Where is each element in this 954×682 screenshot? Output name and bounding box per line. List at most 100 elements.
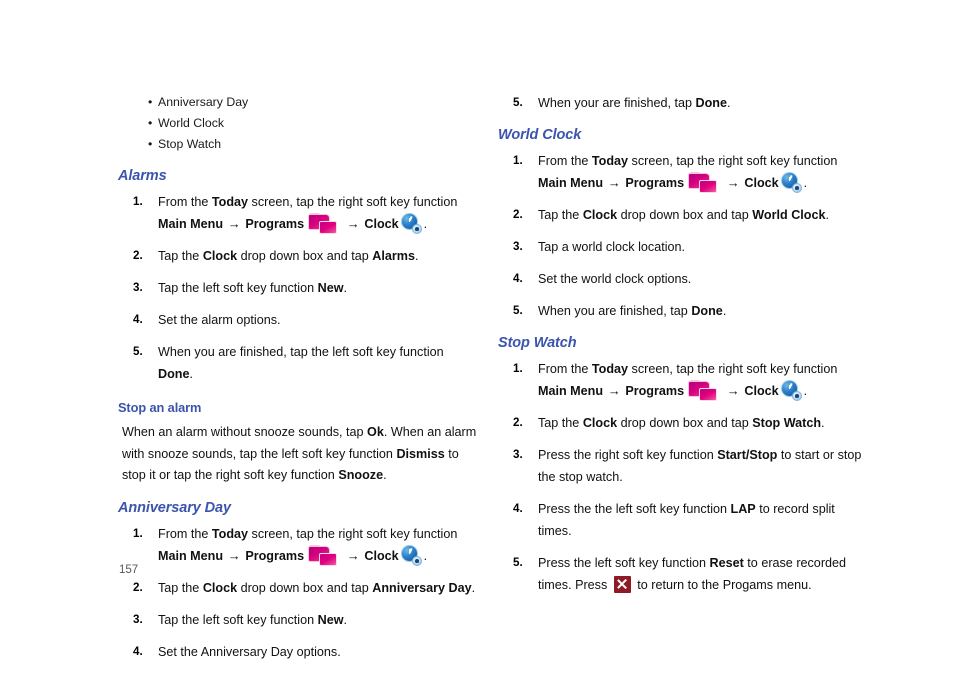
numbered-step: 5. When you are finished, tap the left so… (112, 341, 482, 385)
emphasis-text: Main Menu (538, 176, 604, 190)
body-text: Tap the (538, 416, 583, 430)
steps-stop-watch: 1. From the Today screen, tap the right s… (492, 358, 862, 596)
arrow-icon: → (604, 175, 625, 190)
body-text: . (821, 416, 825, 430)
body-text: . (803, 176, 808, 190)
emphasis-text: Alarms (372, 249, 415, 263)
numbered-step: 1. From the Today screen, tap the right s… (492, 358, 862, 402)
emphasis-text: New (317, 281, 344, 295)
feature-bullet-list: • Anniversary Day • World Clock • Stop Watch (112, 92, 482, 155)
body-text: Tap the left soft key function (158, 612, 318, 627)
steps-continued: 5. When your are finished, tap Done. (492, 92, 862, 114)
body-text: drop down box and tap (617, 416, 753, 430)
steps-world-clock: 1. From the Today screen, tap the right s… (492, 150, 862, 322)
body-text: . (414, 249, 419, 263)
arrow-icon: → (604, 383, 625, 398)
emphasis-text: Done (158, 367, 190, 381)
body-text: When your are finished, tap (538, 96, 696, 110)
emphasis-text: Done (695, 96, 727, 110)
step-number: 1. (133, 195, 143, 208)
body-text: Set the Anniversary Day options. (158, 644, 341, 659)
emphasis-text: Today (591, 362, 629, 376)
step-number: 4. (513, 502, 523, 515)
emphasis-text: Clock (202, 580, 238, 595)
emphasis-text: Today (211, 526, 249, 541)
numbered-step: 1. From the Today screen, tap the right s… (492, 150, 862, 194)
step-number: 1. (513, 154, 523, 167)
arrow-icon: → (723, 383, 744, 398)
body-text: screen, tap the right soft key function (248, 195, 458, 209)
body-text: When you are finished, tap (538, 304, 692, 318)
numbered-step: 2. Tap the Clock drop down box and tap An… (112, 577, 482, 599)
step-number: 5. (513, 96, 523, 109)
emphasis-text: Clock (744, 384, 779, 398)
list-item: • World Clock (112, 113, 482, 134)
heading-world-clock: World Clock (498, 127, 582, 143)
numbered-step: 3. Press the right soft key function Star… (492, 444, 862, 488)
step-number: 4. (133, 313, 143, 326)
numbered-step: 2. Tap the Clock drop down box and tap St… (492, 412, 862, 434)
numbered-step: 5. When your are finished, tap Done. (492, 92, 862, 114)
emphasis-text: Reset (709, 556, 744, 570)
emphasis-text: Stop Watch (752, 416, 822, 430)
bullet-icon: • (148, 137, 153, 151)
body-text: drop down box and tap (237, 249, 373, 263)
body-text: screen, tap the right soft key function (628, 154, 838, 168)
programs-folder-icon (687, 172, 719, 194)
step-number: 2. (133, 249, 143, 262)
body-text: Tap the (158, 249, 203, 263)
numbered-step: 4. Set the world clock options. (492, 268, 862, 290)
arrow-icon: → (343, 216, 364, 231)
body-text: . (383, 468, 387, 482)
arrow-icon: → (723, 175, 744, 190)
list-item-label: Anniversary Day (158, 95, 249, 109)
emphasis-text: Clock (744, 176, 779, 190)
emphasis-text: New (317, 612, 344, 627)
paragraph-stop-an-alarm: When an alarm without snooze sounds, tap… (122, 422, 482, 487)
emphasis-text: Programs (245, 548, 305, 563)
body-text: Press the left soft key function (538, 556, 710, 570)
numbered-step: 3. Tap the left soft key function New. (112, 609, 482, 631)
numbered-step: 5. Press the left soft key function Reset… (492, 552, 862, 596)
step-number: 2. (513, 416, 523, 429)
body-text: From the (538, 154, 592, 168)
body-text: screen, tap the right soft key function (248, 526, 458, 541)
step-number: 3. (513, 448, 523, 461)
body-text: Tap a world clock location. (538, 240, 685, 254)
left-column: • Anniversary Day • World Clock • Stop Watch … (112, 92, 482, 673)
body-text: to return to the Progams menu. (633, 578, 812, 592)
clock-icon (780, 380, 802, 401)
emphasis-text: Clock (202, 249, 238, 263)
body-text: screen, tap the right soft key function (628, 362, 838, 376)
numbered-step: 5. When you are finished, tap Done. (492, 300, 862, 322)
emphasis-text: Today (591, 154, 629, 168)
emphasis-text: Programs (625, 176, 685, 190)
emphasis-text: Start/Stop (717, 448, 778, 462)
emphasis-text: Snooze (338, 468, 384, 482)
right-column: 5. When your are finished, tap Done. Worl… (492, 92, 862, 606)
steps-anniversary-day: 1. From the Today screen, tap the right s… (112, 523, 482, 663)
heading-alarms: Alarms (118, 168, 167, 184)
programs-folder-icon (307, 544, 339, 567)
clock-icon (780, 172, 802, 193)
body-text: . (727, 96, 731, 110)
page-number: 157 (119, 564, 139, 576)
list-item: • Anniversary Day (112, 92, 482, 113)
body-text: Set the alarm options. (158, 313, 281, 327)
emphasis-text: Clock (582, 208, 618, 222)
body-text: Press the the left soft key function (538, 502, 731, 516)
body-text: . (343, 281, 348, 295)
emphasis-text: Main Menu (158, 548, 224, 563)
step-number: 1. (133, 526, 143, 540)
body-text: . (423, 548, 428, 563)
list-item-label: World Clock (158, 116, 225, 130)
body-text: . (471, 580, 476, 595)
numbered-step: 4. Set the alarm options. (112, 309, 482, 331)
step-number: 3. (133, 612, 143, 626)
numbered-step: 2. Tap the Clock drop down box and tap Wo… (492, 204, 862, 226)
emphasis-text: World Clock (752, 208, 826, 222)
step-number: 2. (513, 208, 523, 221)
body-text: From the (158, 195, 212, 209)
emphasis-text: Dismiss (396, 446, 445, 461)
programs-folder-icon (307, 213, 339, 235)
